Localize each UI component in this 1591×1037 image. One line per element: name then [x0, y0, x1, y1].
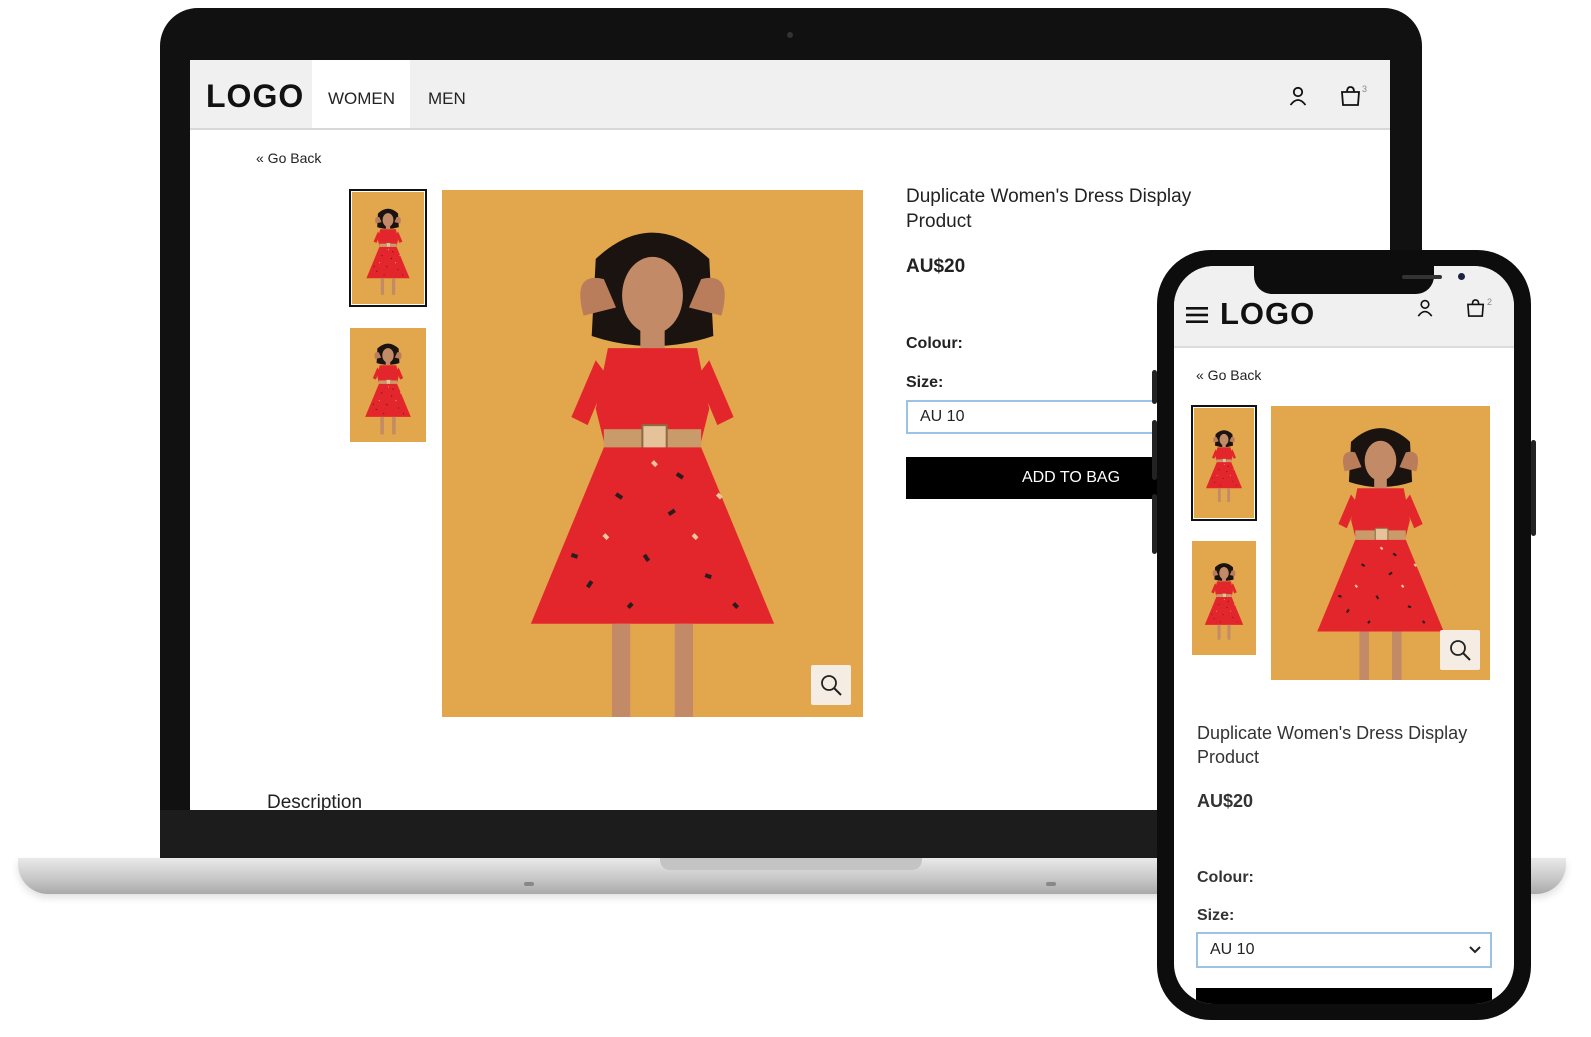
shopping-bag-icon[interactable]: 3 [1340, 84, 1367, 111]
user-icon[interactable] [1416, 299, 1434, 322]
colour-label: Colour: [1197, 869, 1254, 886]
product-thumbnail-2[interactable] [350, 328, 426, 442]
laptop-foot [524, 882, 534, 886]
laptop-hinge-notch [660, 858, 922, 870]
magnifier-icon [821, 675, 842, 696]
phone-speaker [1402, 275, 1442, 279]
product-title: Duplicate Women's Dress Display Product [1197, 723, 1468, 767]
go-back-link[interactable]: « Go Back [1196, 367, 1261, 383]
add-to-bag-button[interactable] [1196, 988, 1492, 1004]
phone-side-button [1152, 420, 1157, 480]
tab-men[interactable]: MEN [412, 60, 482, 128]
phone-notch [1254, 266, 1465, 294]
zoom-button[interactable] [811, 665, 851, 705]
laptop-camera [787, 32, 793, 38]
user-icon[interactable] [1288, 86, 1308, 111]
product-thumbnail-2[interactable] [1192, 541, 1256, 655]
magnifier-icon [1450, 640, 1471, 661]
mobile-product-page: LOGO 2 « Go Back Duplicate Women's Dress… [1174, 266, 1514, 1004]
shopping-bag-icon[interactable]: 2 [1466, 297, 1492, 322]
go-back-link[interactable]: « Go Back [256, 150, 321, 166]
product-price: AU$20 [906, 256, 966, 277]
product-thumbnail-1[interactable] [349, 189, 427, 307]
desktop-logo[interactable]: LOGO [206, 78, 304, 115]
product-main-image [442, 190, 863, 717]
tab-women[interactable]: WOMEN [312, 60, 410, 128]
cart-count-badge: 3 [1362, 84, 1368, 94]
laptop-foot [1046, 882, 1056, 886]
size-select[interactable]: AU 10 [1196, 932, 1492, 968]
phone-side-button [1531, 440, 1536, 536]
phone-camera [1458, 273, 1465, 280]
product-title: Duplicate Women's Dress Display Product [906, 186, 1192, 232]
chevron-down-icon [1468, 940, 1482, 972]
product-main-image [1271, 406, 1490, 680]
phone-side-button [1152, 494, 1157, 554]
colour-label: Colour: [906, 335, 963, 352]
size-select-value: AU 10 [1210, 941, 1255, 958]
cart-count-badge: 2 [1487, 297, 1493, 307]
size-label: Size: [906, 374, 944, 391]
desktop-header: LOGO WOMEN MEN 3 [190, 60, 1390, 130]
mobile-logo[interactable]: LOGO [1220, 296, 1315, 332]
description-heading: Description [267, 792, 363, 810]
product-thumbnail-1[interactable] [1191, 405, 1257, 521]
phone-side-button [1152, 370, 1157, 404]
hamburger-icon[interactable] [1186, 306, 1208, 329]
zoom-button[interactable] [1440, 630, 1480, 670]
product-price: AU$20 [1197, 791, 1254, 811]
size-label: Size: [1197, 907, 1235, 924]
